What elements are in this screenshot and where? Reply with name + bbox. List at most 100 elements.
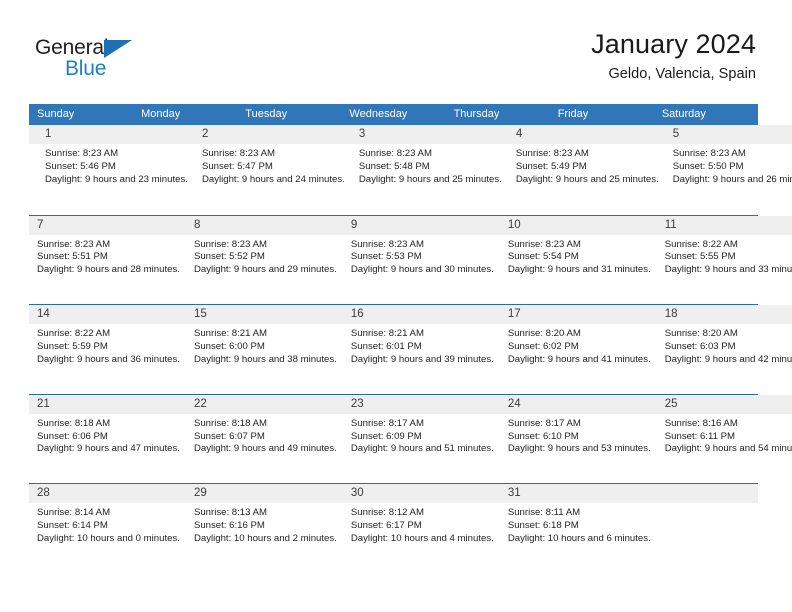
- day-cell[interactable]: 4 Sunrise: 8:23 AM Sunset: 5:49 PM Daylight…: [507, 125, 665, 215]
- weekday-header-row: Sunday Monday Tuesday Wednesday Thursday Frid…: [29, 104, 758, 125]
- sunrise-text: Sunrise: 8:21 AM: [193, 328, 267, 340]
- sunrise-text: Sunrise: 8:20 AM: [664, 328, 738, 340]
- day-number: 21: [29, 394, 186, 414]
- day-cell[interactable]: 10 Sunrise: 8:23 AM Sunset: 5:54 PM Dayligh…: [499, 215, 657, 305]
- sunrise-text: Sunrise: 8:23 AM: [507, 238, 581, 250]
- day-details: Sunrise: 8:16 AM Sunset: 6:11 PM Daylight:…: [657, 414, 792, 456]
- day-number: [724, 484, 758, 504]
- daylight-text: Daylight: 9 hours and 39 minutes.: [350, 353, 494, 365]
- day-details: Sunrise: 8:13 AM Sunset: 6:16 PM Daylight:…: [186, 503, 343, 545]
- sunset-text: Sunset: 5:48 PM: [358, 160, 430, 172]
- general-blue-logo: General Blue: [35, 36, 165, 86]
- daylight-text: Daylight: 9 hours and 36 minutes.: [37, 353, 180, 365]
- day-number: 28: [29, 484, 186, 504]
- sunset-text: Sunset: 5:59 PM: [37, 340, 108, 352]
- day-cell[interactable]: 15 Sunrise: 8:21 AM Sunset: 6:00 PM Dayligh…: [185, 305, 343, 394]
- sunrise-text: Sunrise: 8:23 AM: [37, 238, 111, 250]
- sunset-text: Sunset: 6:06 PM: [37, 430, 108, 442]
- title-block: January 2024 Geldo, Valencia, Spain: [591, 28, 756, 84]
- day-cell[interactable]: 2 Sunrise: 8:23 AM Sunset: 5:47 PM Daylight…: [193, 125, 351, 215]
- day-number: 24: [499, 394, 657, 414]
- sunrise-text: Sunrise: 8:17 AM: [350, 417, 424, 429]
- daylight-text: Daylight: 9 hours and 25 minutes.: [358, 173, 502, 185]
- day-details: Sunrise: 8:23 AM Sunset: 5:46 PM Daylight:…: [37, 144, 194, 186]
- daylight-text: Daylight: 9 hours and 24 minutes.: [201, 173, 345, 185]
- sunrise-text: Sunrise: 8:23 AM: [201, 148, 275, 159]
- day-cell[interactable]: 11 Sunrise: 8:22 AM Sunset: 5:55 PM Dayligh…: [656, 215, 792, 305]
- daylight-text: Daylight: 9 hours and 51 minutes.: [350, 443, 494, 455]
- day-cell[interactable]: 9 Sunrise: 8:23 AM Sunset: 5:53 PM Daylight…: [342, 215, 500, 305]
- day-details: Sunrise: 8:23 AM Sunset: 5:51 PM Daylight:…: [29, 235, 186, 277]
- day-details: Sunrise: 8:17 AM Sunset: 6:10 PM Daylight:…: [500, 414, 657, 456]
- day-cell[interactable]: 31 Sunrise: 8:11 AM Sunset: 6:18 PM Dayligh…: [499, 484, 657, 573]
- day-number: 1: [37, 125, 194, 144]
- sunset-text: Sunset: 6:03 PM: [664, 340, 736, 352]
- day-cell[interactable]: 23 Sunrise: 8:17 AM Sunset: 6:09 PM Dayligh…: [342, 394, 500, 484]
- daylight-text: Daylight: 10 hours and 0 minutes.: [37, 532, 180, 544]
- day-cell[interactable]: 17 Sunrise: 8:20 AM Sunset: 6:02 PM Dayligh…: [499, 305, 657, 394]
- day-number: [656, 484, 691, 504]
- day-details: Sunrise: 8:18 AM Sunset: 6:06 PM Daylight:…: [29, 414, 186, 456]
- day-cell[interactable]: 7 Sunrise: 8:23 AM Sunset: 5:51 PM Daylight…: [29, 215, 186, 305]
- daylight-text: Daylight: 9 hours and 53 minutes.: [507, 443, 651, 455]
- sunrise-text: Sunrise: 8:23 AM: [350, 238, 424, 250]
- calendar-page: General Blue January 2024 Geldo, Valenci…: [0, 0, 792, 612]
- day-number: 22: [185, 394, 343, 414]
- calendar-weeks: 1 Sunrise: 8:23 AM Sunset: 5:46 PM Daylight…: [29, 125, 792, 573]
- weekday-header-friday: Friday: [557, 108, 589, 120]
- day-number: 14: [29, 305, 186, 325]
- day-cell[interactable]: 24 Sunrise: 8:17 AM Sunset: 6:10 PM Dayligh…: [499, 394, 657, 484]
- day-details: Sunrise: 8:22 AM Sunset: 5:59 PM Daylight:…: [29, 324, 186, 366]
- day-cell[interactable]: 3 Sunrise: 8:23 AM Sunset: 5:48 PM Daylight…: [350, 125, 508, 215]
- sunrise-text: Sunrise: 8:22 AM: [37, 328, 111, 340]
- day-details: Sunrise: 8:20 AM Sunset: 6:02 PM Daylight:…: [500, 324, 657, 366]
- day-cell[interactable]: 18 Sunrise: 8:20 AM Sunset: 6:03 PM Dayligh…: [656, 305, 792, 394]
- day-cell[interactable]: 30 Sunrise: 8:12 AM Sunset: 6:17 PM Dayligh…: [342, 484, 500, 573]
- day-cell-empty: [690, 484, 725, 573]
- day-number: 25: [656, 394, 792, 414]
- day-cell[interactable]: 5 Sunrise: 8:23 AM Sunset: 5:50 PM Daylight…: [664, 125, 792, 215]
- daylight-text: Daylight: 9 hours and 49 minutes.: [193, 443, 337, 455]
- daylight-text: Daylight: 10 hours and 2 minutes.: [193, 532, 337, 544]
- sunset-text: Sunset: 5:54 PM: [507, 251, 579, 263]
- day-cell[interactable]: 1 Sunrise: 8:23 AM Sunset: 5:46 PM Daylight…: [37, 125, 194, 215]
- sunrise-text: Sunrise: 8:21 AM: [350, 328, 424, 340]
- day-number: 9: [342, 215, 500, 235]
- daylight-text: Daylight: 9 hours and 54 minutes.: [664, 443, 792, 455]
- day-number: 3: [350, 125, 508, 144]
- day-number: 31: [499, 484, 657, 504]
- day-number: [29, 125, 37, 144]
- day-cell[interactable]: 8 Sunrise: 8:23 AM Sunset: 5:52 PM Daylight…: [185, 215, 343, 305]
- daylight-text: Daylight: 9 hours and 33 minutes.: [664, 264, 792, 276]
- weekday-header-saturday: Saturday: [661, 108, 706, 120]
- day-details: Sunrise: 8:14 AM Sunset: 6:14 PM Daylight:…: [29, 503, 186, 545]
- day-number: 8: [185, 215, 343, 235]
- sunrise-text: Sunrise: 8:14 AM: [37, 507, 111, 519]
- day-cell[interactable]: 25 Sunrise: 8:16 AM Sunset: 6:11 PM Dayligh…: [656, 394, 792, 484]
- daylight-text: Daylight: 9 hours and 23 minutes.: [45, 173, 188, 185]
- day-details: Sunrise: 8:22 AM Sunset: 5:55 PM Daylight:…: [657, 235, 792, 277]
- day-cell[interactable]: 28 Sunrise: 8:14 AM Sunset: 6:14 PM Dayligh…: [29, 484, 186, 573]
- page-title: January 2024: [591, 29, 756, 59]
- calendar-week-row: 14 Sunrise: 8:22 AM Sunset: 5:59 PM Dayligh…: [29, 304, 792, 394]
- logo-triangle-icon: [104, 40, 132, 58]
- sunrise-text: Sunrise: 8:23 AM: [672, 148, 746, 159]
- day-number: 7: [29, 215, 186, 235]
- page-subtitle: Geldo, Valencia, Spain: [608, 66, 756, 82]
- day-cell[interactable]: 14 Sunrise: 8:22 AM Sunset: 5:59 PM Dayligh…: [29, 305, 186, 394]
- sunrise-text: Sunrise: 8:11 AM: [507, 507, 581, 519]
- sunset-text: Sunset: 5:47 PM: [201, 160, 273, 172]
- sunrise-text: Sunrise: 8:18 AM: [193, 417, 267, 429]
- sunset-text: Sunset: 5:52 PM: [193, 251, 265, 263]
- sunset-text: Sunset: 6:14 PM: [37, 520, 108, 532]
- sunrise-text: Sunrise: 8:16 AM: [664, 417, 738, 429]
- day-cell[interactable]: 16 Sunrise: 8:21 AM Sunset: 6:01 PM Dayligh…: [342, 305, 500, 394]
- day-cell[interactable]: 29 Sunrise: 8:13 AM Sunset: 6:16 PM Dayligh…: [185, 484, 343, 573]
- sunrise-text: Sunrise: 8:20 AM: [507, 328, 581, 340]
- day-cell[interactable]: 21 Sunrise: 8:18 AM Sunset: 6:06 PM Dayligh…: [29, 394, 186, 484]
- daylight-text: Daylight: 9 hours and 30 minutes.: [350, 264, 494, 276]
- weekday-header-tuesday: Tuesday: [245, 108, 288, 120]
- sunset-text: Sunset: 6:18 PM: [507, 520, 579, 532]
- calendar-grid: Sunday Monday Tuesday Wednesday Thursday Frid…: [29, 104, 792, 573]
- day-cell[interactable]: 22 Sunrise: 8:18 AM Sunset: 6:07 PM Dayligh…: [185, 394, 343, 484]
